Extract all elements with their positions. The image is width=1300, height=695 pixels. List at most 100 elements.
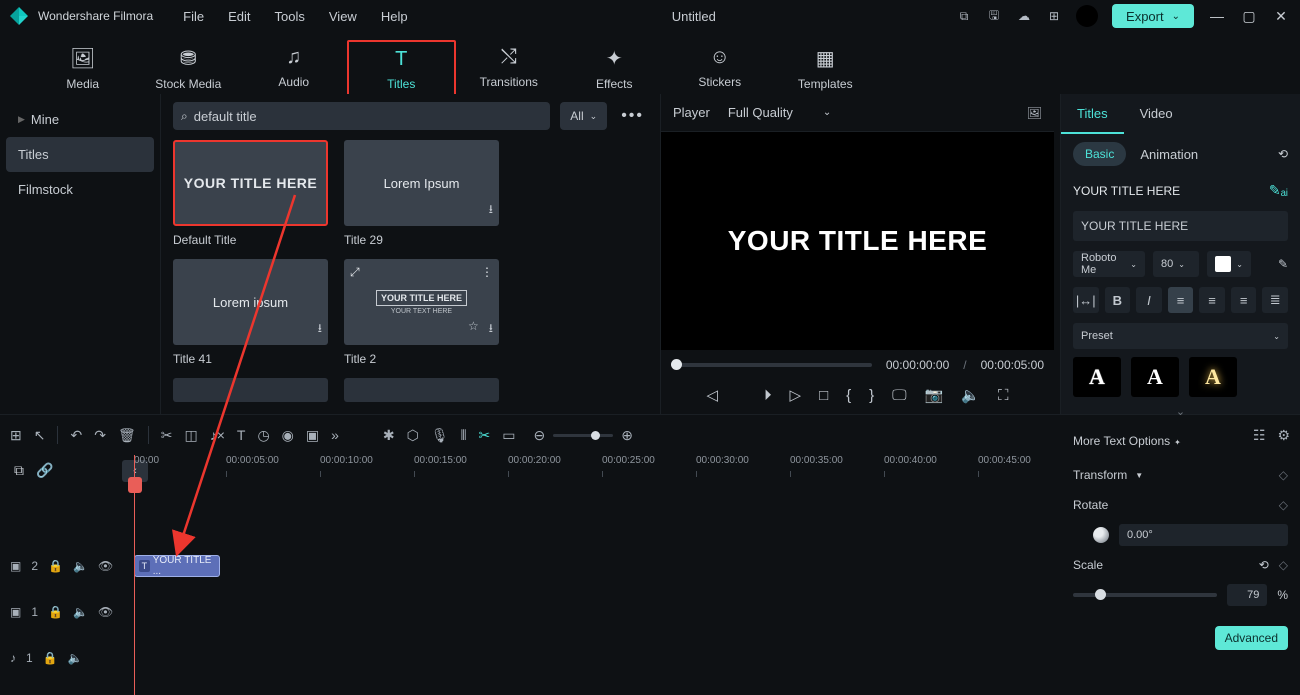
mute-icon[interactable]: 🔈 [73, 605, 88, 619]
preset-dropdown[interactable]: Preset⌄ [1073, 323, 1288, 349]
account-avatar[interactable] [1076, 5, 1098, 27]
ribbon-tab-media[interactable]: 🖼Media [30, 40, 136, 97]
speed-tool-icon[interactable]: ◷ [257, 427, 269, 444]
track-lane-a1[interactable] [130, 635, 1300, 681]
timeline-ruler[interactable]: 00:00 00:00:05:00 00:00:10:00 00:00:15:0… [130, 455, 1300, 485]
title-card-default[interactable]: YOUR TITLE HERE [173, 140, 328, 226]
ribbon-tab-stickers[interactable]: ☺Stickers [667, 40, 773, 95]
spacing-button[interactable]: |↔| [1073, 287, 1099, 313]
undo-button[interactable]: ↶ [70, 427, 82, 444]
inspector-tab-titles[interactable]: Titles [1061, 94, 1124, 134]
subtab-basic[interactable]: Basic [1073, 142, 1126, 166]
preset-thumb-2[interactable]: A [1131, 357, 1179, 397]
ribbon-tab-stock-media[interactable]: ⛃Stock Media [136, 40, 242, 97]
select-tool-icon[interactable]: ↖ [34, 427, 46, 444]
ribbon-tab-transitions[interactable]: ⤭Transitions [456, 40, 562, 95]
zoom-handle[interactable] [591, 431, 600, 440]
zoom-slider[interactable] [553, 434, 613, 437]
italic-button[interactable]: I [1136, 287, 1162, 313]
ribbon-tab-audio[interactable]: ♫Audio [241, 40, 347, 95]
font-family-select[interactable]: Roboto Me⌄ [1073, 251, 1145, 277]
volume-button[interactable]: 🔈 [961, 386, 980, 404]
render-icon[interactable]: ▭ [502, 427, 515, 444]
sidebar-item-titles[interactable]: Titles [6, 137, 154, 172]
apps-icon[interactable]: ⊞ [1046, 8, 1062, 24]
title-card-2[interactable]: ⤢⋮ YOUR TITLE HERE YOUR TEXT HERE ☆⭳ [344, 259, 499, 345]
align-center-button[interactable]: ≡ [1199, 287, 1225, 313]
mixer-icon[interactable]: ⫴ [461, 427, 467, 444]
playhead-grip[interactable] [128, 477, 142, 493]
mic-icon[interactable]: 🎙 [431, 427, 449, 444]
preset-thumb-3[interactable]: A [1189, 357, 1237, 397]
menu-view[interactable]: View [329, 9, 357, 24]
display-button[interactable]: 🖵 [892, 387, 906, 404]
quality-dropdown[interactable]: Full Quality⌄ [728, 105, 831, 120]
ribbon-tab-effects[interactable]: ✦Effects [562, 40, 668, 97]
zoom-in-button[interactable]: ⊕ [621, 427, 633, 444]
minimize-button[interactable]: — [1208, 8, 1226, 24]
snapshot-button[interactable]: 📷 [925, 386, 944, 404]
link-icon[interactable]: 🔗 [36, 462, 53, 479]
mark-in-button[interactable]: { [846, 387, 851, 404]
subtab-animation[interactable]: Animation [1140, 147, 1198, 162]
prev-frame-button[interactable]: ◁ [706, 386, 718, 404]
magic-tool-icon[interactable]: ✱ [383, 427, 395, 444]
settings-gear-icon[interactable]: ⚙ [1277, 427, 1290, 444]
ribbon-tab-titles[interactable]: TTitles [347, 40, 457, 99]
shield-icon[interactable]: ⬡ [407, 427, 419, 444]
redo-button[interactable]: ↷ [94, 427, 106, 444]
lock-icon[interactable]: 🔒 [48, 605, 63, 619]
track-head-v1[interactable]: ▣1 🔒 🔈 👁 [0, 589, 130, 635]
font-size-select[interactable]: 80⌄ [1153, 251, 1199, 277]
menu-tools[interactable]: Tools [275, 9, 305, 24]
layout-icon[interactable]: ⧉ [956, 8, 972, 24]
maximize-button[interactable]: ▢ [1240, 8, 1258, 25]
expand-icon[interactable]: ⤢ [350, 265, 360, 280]
mute-icon[interactable]: 🔈 [73, 559, 88, 573]
menu-edit[interactable]: Edit [228, 9, 250, 24]
lock-icon[interactable]: 🔒 [48, 559, 63, 573]
cut-tool-icon[interactable]: ✂ [161, 427, 173, 444]
preview-canvas[interactable]: YOUR TITLE HERE [661, 132, 1054, 350]
mute-icon[interactable]: 🔈 [68, 651, 83, 665]
auto-layout-icon[interactable]: ⊞ [10, 427, 22, 444]
lock-icon[interactable]: 🔒 [43, 651, 58, 665]
mask-tool-icon[interactable]: ▣ [306, 427, 319, 444]
color-tool-icon[interactable]: ◉ [282, 427, 294, 444]
align-justify-button[interactable]: ≣ [1262, 287, 1288, 313]
cloud-icon[interactable]: ☁ [1016, 8, 1032, 24]
sidebar-item-mine[interactable]: ▶Mine [6, 102, 154, 137]
menu-help[interactable]: Help [381, 9, 408, 24]
search-input[interactable] [194, 109, 543, 124]
preset-thumb-1[interactable]: A [1073, 357, 1121, 397]
title-card-placeholder[interactable] [344, 378, 499, 402]
more-tools-icon[interactable]: » [331, 427, 339, 443]
title-card-29[interactable]: Lorem Ipsum ⭳ [344, 140, 499, 226]
download-icon[interactable]: ⭳ [489, 200, 493, 221]
track-collapse-icon[interactable]: ⧉ [14, 462, 24, 479]
fullscreen-button[interactable]: ⛶ [998, 387, 1009, 404]
title-clip[interactable]: T YOUR TITLE ... [134, 555, 220, 577]
close-button[interactable]: ✕ [1272, 8, 1290, 25]
visibility-icon[interactable]: 👁 [98, 559, 113, 573]
visibility-icon[interactable]: 👁 [98, 605, 113, 619]
eyedropper-icon[interactable]: ✎ [1278, 257, 1288, 271]
title-card-placeholder[interactable] [173, 378, 328, 402]
play-button[interactable]: ▷ [790, 386, 802, 404]
menu-dots-icon[interactable]: ⋮ [481, 265, 493, 280]
track-lane-v1[interactable] [130, 589, 1300, 635]
track-lane-t2[interactable]: T YOUR TITLE ... [130, 543, 1300, 589]
beat-tool-icon[interactable]: ✂ [479, 427, 491, 444]
track-head-a1[interactable]: ♪1 🔒 🔈 [0, 635, 130, 681]
save-icon[interactable]: 🖫 [986, 8, 1002, 24]
reset-icon[interactable]: ⟲ [1278, 147, 1288, 161]
font-color-select[interactable]: ⌄ [1207, 251, 1251, 277]
download-icon[interactable]: ⭳ [489, 319, 493, 340]
mark-out-button[interactable]: } [869, 387, 874, 404]
zoom-out-button[interactable]: ⊖ [534, 427, 546, 444]
step-back-button[interactable]: ⏵ [764, 387, 772, 404]
playback-scrubber[interactable] [671, 363, 872, 367]
bold-button[interactable]: B [1105, 287, 1131, 313]
image-icon[interactable]: 🖼 [1027, 106, 1042, 120]
more-options-button[interactable]: ••• [617, 107, 648, 125]
